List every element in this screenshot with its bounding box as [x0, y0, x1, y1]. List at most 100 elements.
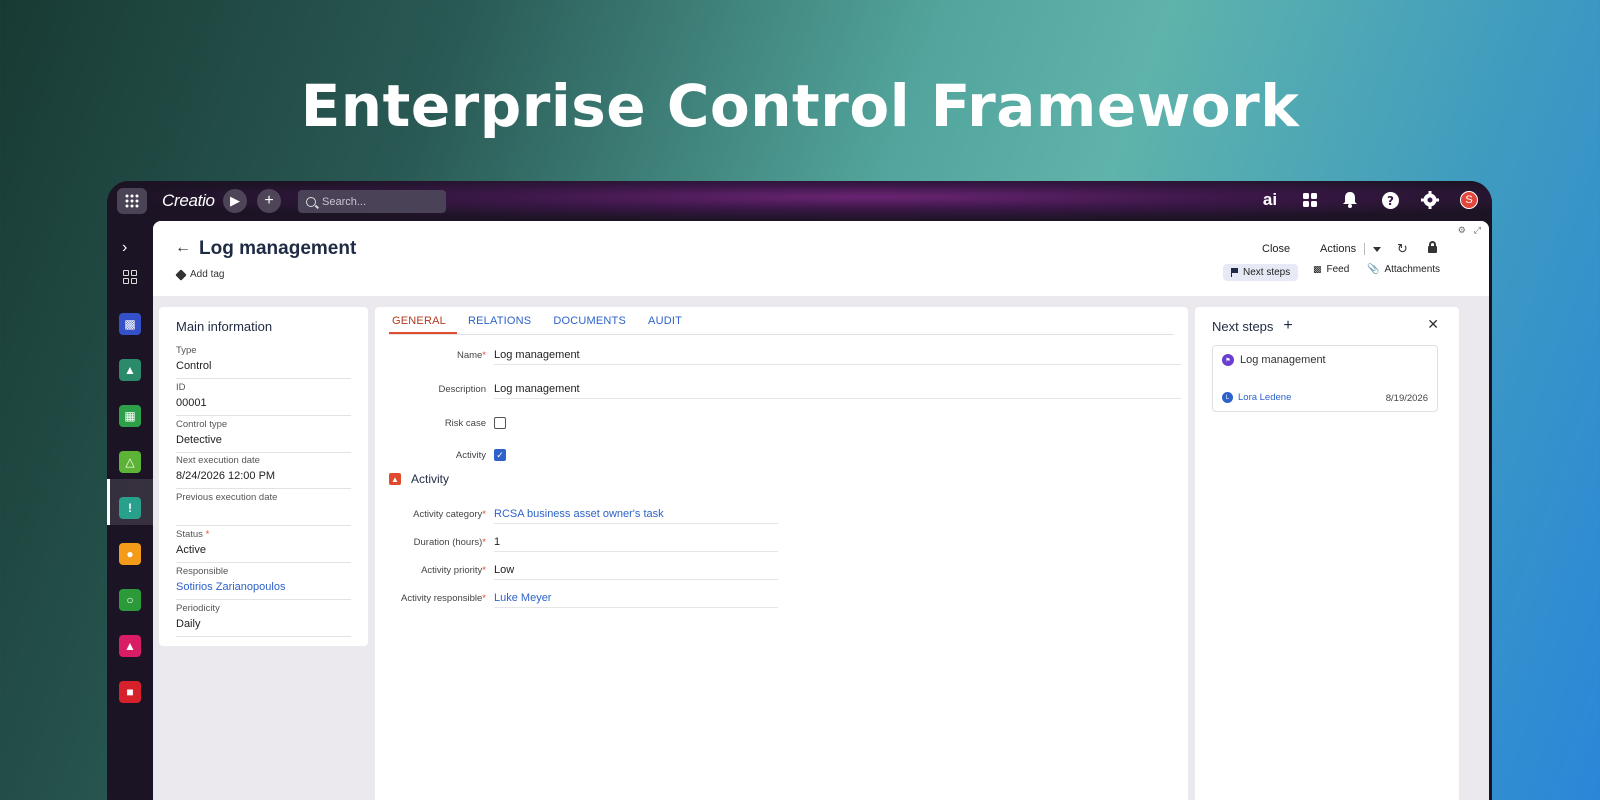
svg-text:?: ? — [1387, 194, 1394, 208]
priority-field[interactable]: Low — [494, 560, 778, 580]
field-periodicity[interactable]: Periodicity Daily — [176, 603, 351, 637]
back-arrow-icon[interactable]: ← — [175, 239, 191, 257]
recycle-icon[interactable]: △ — [119, 451, 141, 473]
activity-category-row: Activity category* RCSA business asset o… — [389, 504, 778, 524]
app-window: Creatio ▶ + Search... ai ? S › ▩ ▲ ▦ △ !… — [107, 181, 1492, 800]
required-marker: * — [482, 564, 486, 576]
activity-category-link[interactable]: RCSA business asset owner's task — [494, 504, 778, 524]
duration-field[interactable]: 1 — [494, 532, 778, 552]
person-badge-icon[interactable]: ● — [119, 543, 141, 565]
risk-case-label: Risk case — [444, 417, 486, 429]
main-information-panel: Main information Type Control ID 00001 C… — [159, 307, 368, 646]
card-title: Log management — [1240, 354, 1326, 366]
next-steps-title: Next steps — [1212, 318, 1274, 334]
flag-icon: ⚑ — [1222, 354, 1234, 366]
field-label: Type — [176, 345, 197, 356]
tab-attachments-label: Attachments — [1384, 264, 1441, 275]
add-next-step-plus-icon[interactable]: + — [1283, 317, 1292, 335]
required-marker: * — [205, 529, 210, 540]
creatio-logo[interactable]: Creatio — [162, 191, 215, 211]
play-icon: ▶ — [230, 193, 240, 208]
contact-book-icon[interactable]: ▲ — [119, 359, 141, 381]
tag-icon — [175, 268, 187, 281]
tab-relations[interactable]: RELATIONS — [465, 307, 542, 334]
responsible-link[interactable]: Sotirios Zarianopoulos — [176, 581, 351, 593]
record-page: ⚙ ⤢ ← Log management Add tag Close Actio… — [153, 221, 1489, 800]
search-box[interactable]: Search... — [298, 190, 446, 213]
run-process-button[interactable]: ▶ — [223, 189, 247, 213]
apps-icon[interactable] — [1300, 189, 1320, 211]
field-control-type[interactable]: Control type Detective — [176, 419, 351, 453]
section-title: Activity — [411, 472, 450, 486]
name-field[interactable]: Log management — [494, 345, 1181, 365]
field-responsible[interactable]: Responsible Sotirios Zarianopoulos — [176, 566, 351, 600]
add-button[interactable]: + — [257, 189, 281, 213]
tab-general[interactable]: GENERAL — [389, 307, 457, 334]
field-label: Previous execution date — [176, 492, 278, 503]
refresh-icon[interactable]: ↻ — [1397, 241, 1408, 257]
card-date: 8/19/2026 — [1385, 393, 1428, 404]
next-step-card[interactable]: ⚑ Log management L Lora Ledene 8/19/2026 — [1212, 345, 1438, 412]
field-status[interactable]: Status * Active — [176, 529, 351, 563]
bell-icon[interactable] — [1340, 189, 1360, 211]
field-value: Control — [176, 360, 212, 372]
all-apps-icon[interactable] — [123, 270, 137, 284]
building-icon[interactable]: ▦ — [119, 405, 141, 427]
priority-label: Activity priority — [421, 564, 483, 576]
checkmark-icon: ✓ — [496, 449, 504, 460]
tab-bar: GENERAL RELATIONS DOCUMENTS AUDIT — [389, 307, 1174, 335]
gear-icon[interactable] — [1420, 189, 1440, 211]
lock-icon[interactable] — [1428, 241, 1437, 253]
field-type[interactable]: Type Control — [176, 345, 351, 379]
add-tag-button[interactable]: Add tag — [175, 268, 224, 281]
warning-icon[interactable]: ! — [119, 497, 141, 519]
tab-next-steps[interactable]: Next steps — [1223, 264, 1299, 281]
priority-row: Activity priority* Low — [389, 560, 778, 580]
activity-section-header[interactable]: ▲ Activity — [389, 472, 449, 486]
left-nav: › ▩ ▲ ▦ △ ! ● ○ ▲ ■ — [107, 221, 153, 800]
close-icon[interactable]: ✕ — [1427, 316, 1439, 333]
collapse-chevron-up-icon[interactable]: ▲ — [389, 473, 401, 485]
flag-icon — [1231, 268, 1238, 277]
expand-icon[interactable]: ⤢ — [1474, 225, 1481, 236]
person-chart-icon[interactable]: ▲ — [119, 635, 141, 657]
tab-documents[interactable]: DOCUMENTS — [550, 307, 637, 334]
tab-audit[interactable]: AUDIT — [645, 307, 693, 334]
help-icon[interactable]: ? — [1380, 189, 1400, 211]
expand-nav-chevron-icon[interactable]: › — [122, 239, 127, 257]
duration-row: Duration (hours)* 1 — [389, 532, 778, 552]
tab-feed-label: Feed — [1326, 264, 1350, 275]
field-value: 8/24/2026 12:00 PM — [176, 470, 276, 482]
search-icon — [306, 196, 316, 207]
chevron-down-icon — [1373, 246, 1382, 252]
tab-feed[interactable]: ▩ Feed — [1313, 264, 1349, 275]
field-next-execution-date[interactable]: Next execution date 8/24/2026 12:00 PM — [176, 455, 351, 489]
feed-icon: ▩ — [1313, 264, 1322, 274]
tab-attachments[interactable]: 📎 Attachments — [1367, 264, 1440, 275]
risk-case-checkbox[interactable] — [494, 417, 506, 429]
field-label: Status — [176, 529, 203, 540]
ai-button[interactable]: ai — [1260, 189, 1280, 211]
field-value: Daily — [176, 618, 201, 630]
top-bar: Creatio ▶ + Search... ai ? S — [107, 181, 1492, 221]
pdf-document-icon[interactable]: ■ — [119, 681, 141, 703]
search-placeholder: Search... — [322, 195, 367, 208]
document-search-icon[interactable]: ○ — [119, 589, 141, 611]
name-row: Name* Log management — [389, 345, 1181, 365]
clipboard-icon[interactable]: ▩ — [119, 313, 141, 335]
field-id[interactable]: ID 00001 — [176, 382, 351, 416]
activity-responsible-link[interactable]: Luke Meyer — [494, 588, 778, 608]
settings-small-icon[interactable]: ⚙ — [1458, 225, 1466, 236]
description-field[interactable]: Log management — [494, 379, 1181, 399]
actions-button[interactable]: Actions — [1320, 243, 1382, 255]
activity-checkbox[interactable]: ✓ — [494, 449, 506, 461]
description-row: Description Log management — [389, 379, 1181, 399]
user-avatar[interactable]: S — [1460, 191, 1478, 209]
close-button[interactable]: Close — [1262, 243, 1290, 255]
app-launcher-button[interactable] — [117, 188, 147, 214]
field-previous-execution-date[interactable]: Previous execution date — [176, 492, 351, 526]
description-label: Description — [438, 383, 486, 395]
details-panel: GENERAL RELATIONS DOCUMENTS AUDIT Name* … — [375, 307, 1188, 800]
field-label: Control type — [176, 419, 228, 430]
card-user-link[interactable]: Lora Ledene — [1238, 392, 1291, 403]
